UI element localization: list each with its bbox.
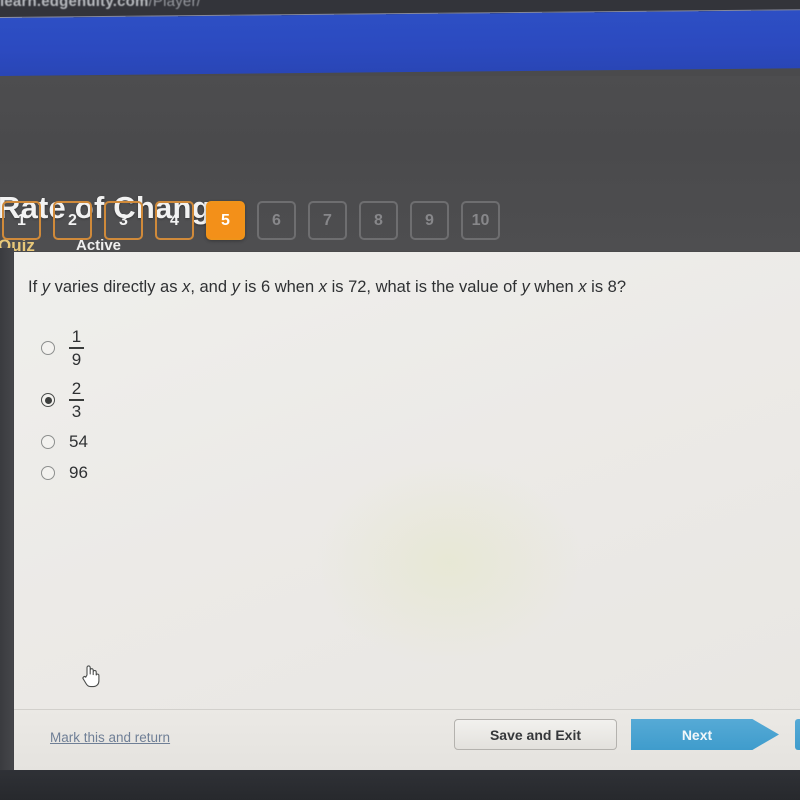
answer-option-label: 19 xyxy=(69,327,84,369)
question-text: If y varies directly as x , and y is 6 wh… xyxy=(28,278,626,297)
pager-button-5[interactable]: 5 xyxy=(206,201,245,240)
next-button[interactable]: Next xyxy=(631,719,779,750)
question-variable: x xyxy=(318,278,327,296)
pager-button-2[interactable]: 2 xyxy=(53,201,92,240)
panel-footer: Mark this and return Save and Exit Next xyxy=(14,709,800,770)
question-panel: If y varies directly as x , and y is 6 wh… xyxy=(14,252,800,770)
url-domain: learn.edgenuity.com xyxy=(0,0,149,10)
question-pager[interactable]: 1 2 3 4 5 6 7 8 9 10 xyxy=(2,201,500,240)
question-variable: y xyxy=(521,278,530,296)
save-and-exit-button[interactable]: Save and Exit xyxy=(454,719,617,750)
question-fragment: is 6 when xyxy=(239,278,319,296)
site-banner xyxy=(0,10,800,76)
pager-button-4[interactable]: 4 xyxy=(155,201,194,240)
answer-option[interactable]: 19 xyxy=(30,322,450,374)
pager-button-3[interactable]: 3 xyxy=(104,201,143,240)
fraction: 23 xyxy=(69,379,84,421)
answer-option-label: 96 xyxy=(69,463,88,483)
screen-bezel-left xyxy=(0,248,14,800)
radio-button[interactable] xyxy=(41,465,55,480)
fraction-denominator: 9 xyxy=(71,349,82,369)
hand-cursor-icon xyxy=(82,665,100,688)
pager-button-6: 6 xyxy=(257,201,296,240)
question-variable: x xyxy=(578,278,587,296)
fraction-denominator: 3 xyxy=(71,401,82,421)
answer-option[interactable]: 54 xyxy=(30,426,450,457)
answer-option-text: 54 xyxy=(69,431,88,451)
question-fragment: varies directly as xyxy=(50,278,183,296)
radio-button-selected[interactable] xyxy=(41,393,55,407)
radio-button[interactable] xyxy=(41,434,55,449)
pager-button-9: 9 xyxy=(410,201,449,240)
mark-this-and-return-link[interactable]: Mark this and return xyxy=(50,730,170,745)
question-fragment: , and xyxy=(190,278,232,296)
fraction-bar xyxy=(69,347,84,349)
answer-option-text: 96 xyxy=(69,462,88,482)
answer-option[interactable]: 96 xyxy=(30,457,450,488)
url-path: /Player/ xyxy=(148,0,202,10)
fraction: 19 xyxy=(69,327,84,369)
answer-options-list[interactable]: 1 9 2 3 54 96 xyxy=(30,322,450,488)
pager-button-1[interactable]: 1 xyxy=(2,201,41,240)
question-fragment: when xyxy=(529,278,579,296)
question-variable: y xyxy=(41,278,51,296)
fraction-numerator: 1 xyxy=(71,327,82,347)
answer-option[interactable]: 23 xyxy=(30,374,450,426)
answer-option-label: 23 xyxy=(69,379,84,421)
pager-button-7: 7 xyxy=(308,201,347,240)
answer-option-label: 54 xyxy=(69,432,88,452)
pager-button-10: 10 xyxy=(461,201,500,240)
radio-button[interactable] xyxy=(41,341,55,355)
device-screenshot: learn.edgenuity.com/Player/ Rate of Chan… xyxy=(0,0,800,800)
fraction-numerator: 2 xyxy=(71,379,82,399)
address-bar-url[interactable]: learn.edgenuity.com/Player/ xyxy=(0,0,201,10)
offscreen-button-edge[interactable] xyxy=(795,719,800,750)
question-fragment: is 72, what is the value of xyxy=(326,278,522,296)
question-fragment: is 8? xyxy=(586,278,626,296)
question-fragment: If xyxy=(28,278,42,296)
pager-button-8: 8 xyxy=(359,201,398,240)
screen-bezel-bottom xyxy=(0,770,800,800)
question-variable: y xyxy=(231,278,240,296)
fraction-bar xyxy=(69,399,84,401)
